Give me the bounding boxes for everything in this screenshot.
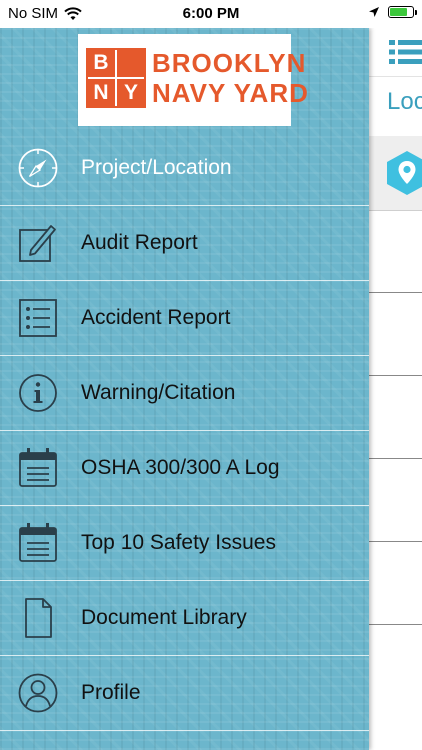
content-divider <box>369 624 422 625</box>
menu-item-label: Profile <box>81 681 141 704</box>
list-icon[interactable] <box>389 38 422 66</box>
checklist-icon <box>19 299 57 337</box>
menu-item-label: Document Library <box>81 606 247 629</box>
content-divider <box>369 375 422 376</box>
status-time: 6:00 PM <box>182 5 240 22</box>
document-icon <box>25 598 52 638</box>
info-icon <box>19 374 57 412</box>
side-drawer: B N Y BROOKLYN NAVY YARD Project/Locatio <box>0 28 369 750</box>
menu-item-top-10-safety-issues[interactable]: Top 10 Safety Issues <box>0 506 369 581</box>
status-bar: No SIM 6:00 PM <box>0 0 422 28</box>
user-icon <box>18 673 58 713</box>
calendar-icon <box>19 448 57 487</box>
location-pin-icon <box>387 151 422 195</box>
content-header <box>369 28 422 77</box>
logo: B N Y BROOKLYN NAVY YARD <box>78 34 308 126</box>
page-title: Loc <box>387 88 422 115</box>
edit-icon <box>19 225 56 262</box>
calendar-icon <box>19 523 57 562</box>
menu-item-audit-report[interactable]: Audit Report <box>0 206 369 281</box>
logo-letter: N <box>93 81 109 104</box>
status-right <box>368 6 417 18</box>
main-content: Loc <box>369 28 422 750</box>
logo-mark: B N Y <box>86 48 146 108</box>
battery-icon <box>388 6 417 18</box>
menu-item-document-library[interactable]: Document Library <box>0 581 369 656</box>
location-bar[interactable] <box>369 136 422 211</box>
menu-item-project-location[interactable]: Project/Location <box>0 131 369 206</box>
menu-item-label: Audit Report <box>81 231 198 254</box>
location-arrow-icon <box>369 7 379 17</box>
logo-line-2: NAVY YARD <box>152 78 309 108</box>
content-divider <box>369 458 422 459</box>
menu-item-label: Accident Report <box>81 306 231 329</box>
drawer-menu: Project/Location Audit Report Accident R… <box>0 131 369 731</box>
compass-icon <box>18 148 58 188</box>
menu-item-label: Top 10 Safety Issues <box>81 531 276 554</box>
battery-level <box>390 8 408 16</box>
logo-letter <box>116 48 146 78</box>
logo-wordmark: BROOKLYN NAVY YARD <box>152 48 309 108</box>
logo-divider <box>88 77 144 79</box>
logo-letter: Y <box>123 81 138 104</box>
content-divider <box>369 541 422 542</box>
menu-item-label: Warning/Citation <box>81 381 236 404</box>
content-divider <box>369 292 422 293</box>
logo-letter: B <box>93 51 109 74</box>
menu-item-accident-report[interactable]: Accident Report <box>0 281 369 356</box>
menu-item-osha-log[interactable]: OSHA 300/300 A Log <box>0 431 369 506</box>
menu-item-warning-citation[interactable]: Warning/Citation <box>0 356 369 431</box>
menu-item-label: Project/Location <box>81 156 232 179</box>
menu-item-label: OSHA 300/300 A Log <box>81 456 280 479</box>
menu-item-profile[interactable]: Profile <box>0 656 369 731</box>
logo-line-1: BROOKLYN <box>152 48 307 78</box>
